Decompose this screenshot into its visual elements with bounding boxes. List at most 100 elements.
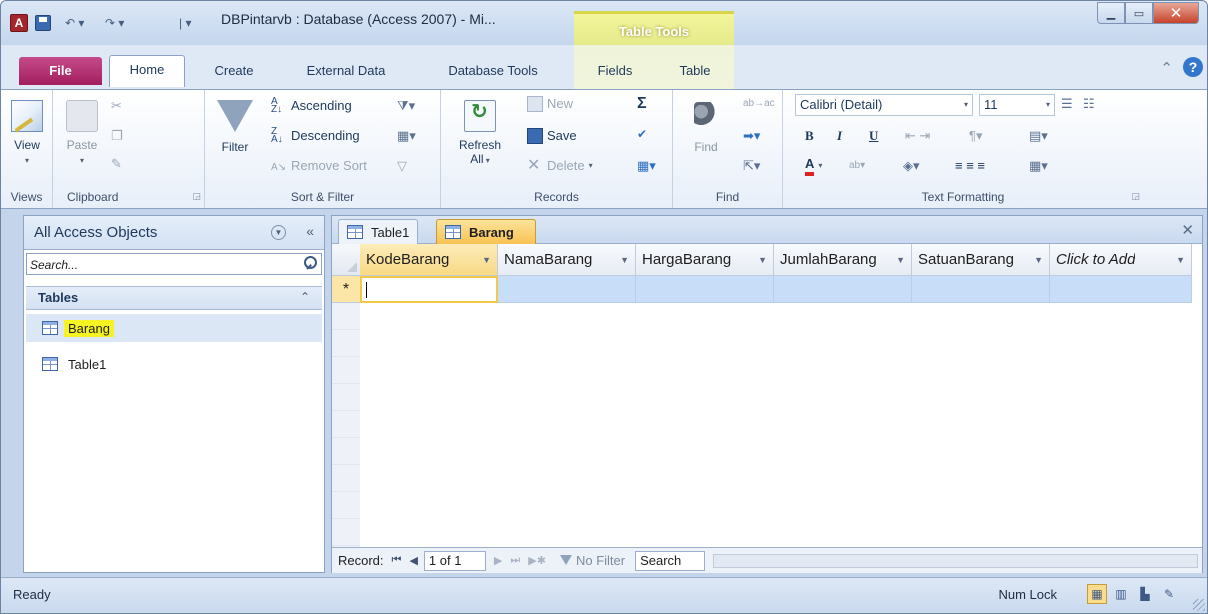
next-record-icon[interactable]: ▶ — [494, 554, 502, 567]
find-button[interactable]: Find — [683, 100, 729, 154]
copy-icon[interactable]: ❐ — [111, 126, 123, 146]
column-header-hargabarang[interactable]: HargaBarang ▼ — [636, 244, 774, 276]
hargabarang-cell[interactable] — [636, 276, 774, 303]
font-name-select[interactable]: Calibri (Detail) ▾ — [795, 94, 973, 116]
chevron-up-icon[interactable]: ⌃ — [300, 290, 310, 304]
redo-icon[interactable]: ↷ ▾ — [105, 14, 124, 32]
search-input[interactable] — [30, 257, 290, 273]
tab-create[interactable]: Create — [201, 57, 267, 85]
refresh-all-button[interactable]: Refresh All ▾ — [455, 100, 505, 168]
chevron-down-icon[interactable]: ▼ — [1034, 255, 1043, 265]
fill-color-icon[interactable]: ◈▾ — [903, 156, 920, 176]
horizontal-scrollbar[interactable] — [713, 553, 1198, 568]
chevron-down-icon[interactable]: ▼ — [1176, 255, 1185, 265]
access-logo-icon[interactable]: A — [10, 14, 28, 32]
nav-item-barang[interactable]: Barang — [26, 314, 322, 342]
minimize-icon[interactable]: ▁ — [1097, 2, 1125, 24]
tab-file[interactable]: File — [19, 57, 102, 85]
record-position-input[interactable]: 1 of 1 — [423, 550, 486, 571]
tab-fields[interactable]: Fields — [583, 57, 647, 85]
tab-database-tools[interactable]: Database Tools — [429, 57, 557, 85]
collapse-pane-icon[interactable]: « — [306, 223, 314, 239]
chevron-down-icon[interactable]: ▼ — [271, 225, 286, 240]
chevron-down-icon[interactable]: ▼ — [482, 255, 491, 265]
descending-button[interactable]: Z A↓ Descending — [271, 126, 360, 146]
remove-sort-button[interactable]: A↘ Remove Sort — [271, 156, 367, 176]
tab-home[interactable]: Home — [109, 55, 185, 87]
new-record-marker[interactable]: * — [332, 276, 360, 303]
nav-pane-header[interactable]: All Access Objects ▼ « — [24, 216, 324, 250]
column-header-namabarang[interactable]: NamaBarang ▼ — [498, 244, 636, 276]
bullets-icon[interactable]: ☰ — [1061, 94, 1073, 114]
delete-record-button[interactable]: ✕ Delete ▾ — [527, 156, 593, 176]
resize-grip-icon[interactable] — [1193, 599, 1205, 611]
font-color-button[interactable]: A ▾ — [805, 156, 822, 176]
highlight-icon[interactable]: ab▾ — [849, 156, 865, 176]
design-view-icon[interactable]: ✎ — [1159, 584, 1179, 604]
save-icon[interactable] — [35, 15, 51, 31]
pivottable-view-icon[interactable]: ▥ — [1111, 584, 1131, 604]
column-header-satuanbarang[interactable]: SatuanBarang ▼ — [912, 244, 1050, 276]
column-header-click-to-add[interactable]: Click to Add ▼ — [1050, 244, 1192, 276]
align-icons[interactable]: ≡ ≡ ≡ — [955, 156, 985, 176]
alt-row-color-icon[interactable]: ▦▾ — [1029, 156, 1048, 176]
maximize-icon[interactable]: ▭ — [1125, 2, 1153, 24]
first-record-icon[interactable]: ⏮ — [392, 554, 402, 567]
spelling-icon[interactable]: ✔ — [637, 124, 647, 144]
new-record-button[interactable]: New — [527, 94, 573, 114]
record-search-input[interactable]: Search — [635, 550, 706, 571]
undo-icon[interactable]: ↶ ▾ — [65, 14, 84, 32]
save-record-button[interactable]: Save — [527, 126, 577, 146]
paste-button[interactable]: Paste ▾ — [61, 100, 103, 168]
more-records-icon[interactable]: ▦▾ — [637, 156, 656, 176]
pivotchart-view-icon[interactable]: ▙ — [1135, 584, 1155, 604]
close-icon[interactable]: ✕ — [1181, 221, 1194, 239]
underline-button[interactable]: U — [869, 126, 878, 146]
font-size-select[interactable]: 11 ▾ — [979, 94, 1055, 116]
last-record-icon[interactable]: ⏭ — [510, 554, 520, 567]
text-formatting-launcher-icon[interactable]: ◲ — [1131, 191, 1140, 202]
close-icon[interactable]: ✕ — [1153, 2, 1199, 24]
select-icon[interactable]: ⇱▾ — [743, 156, 760, 176]
previous-record-icon[interactable]: ◀ — [409, 554, 417, 567]
totals-icon[interactable]: Σ — [637, 94, 647, 114]
filter-button[interactable]: Filter — [215, 100, 255, 154]
nav-group-tables[interactable]: Tables ⌃ — [26, 286, 322, 310]
doc-tab-barang[interactable]: Barang — [436, 219, 536, 244]
chevron-down-icon[interactable]: ▼ — [620, 255, 629, 265]
selection-filter-icon[interactable]: ⧩▾ — [397, 96, 415, 116]
format-painter-icon[interactable]: ✎ — [111, 154, 122, 174]
filter-status[interactable]: No Filter — [559, 553, 625, 568]
goto-icon[interactable]: ➡▾ — [743, 126, 760, 146]
select-all-corner[interactable] — [332, 244, 360, 276]
namabarang-cell[interactable] — [498, 276, 636, 303]
satuanbarang-cell[interactable] — [912, 276, 1050, 303]
search-icon[interactable] — [304, 256, 317, 269]
cut-icon[interactable]: ✂ — [111, 96, 122, 116]
column-header-jumlahbarang[interactable]: JumlahBarang ▼ — [774, 244, 912, 276]
column-header-kodebarang[interactable]: KodeBarang ▼ — [360, 244, 498, 276]
jumlahbarang-cell[interactable] — [774, 276, 912, 303]
kodebarang-cell[interactable] — [360, 276, 498, 303]
replace-icon[interactable]: ab→ac — [743, 94, 775, 114]
click-to-add-cell[interactable] — [1050, 276, 1192, 303]
advanced-filter-icon[interactable]: ▦▾ — [397, 126, 416, 146]
italic-button[interactable]: I — [837, 126, 842, 146]
minimize-ribbon-icon[interactable]: ⌃ — [1160, 59, 1173, 77]
view-button[interactable]: View ▾ — [7, 100, 47, 168]
gridlines-icon[interactable]: ▤▾ — [1029, 126, 1048, 146]
tab-external-data[interactable]: External Data — [291, 57, 401, 85]
customize-qat-icon[interactable]: | ▾ — [179, 14, 191, 32]
chevron-down-icon[interactable]: ▼ — [758, 255, 767, 265]
new-blank-record-icon[interactable]: ▶✱ — [528, 554, 546, 567]
clipboard-launcher-icon[interactable]: ◲ — [192, 191, 201, 202]
numbering-icon[interactable]: ☷ — [1083, 94, 1095, 114]
chevron-down-icon[interactable]: ▼ — [896, 255, 905, 265]
bold-button[interactable]: B — [805, 126, 814, 146]
nav-item-table1[interactable]: Table1 — [26, 350, 322, 378]
toggle-filter-icon[interactable]: ▽ — [397, 156, 407, 176]
doc-tab-table1[interactable]: Table1 — [338, 219, 419, 244]
indent-icons[interactable]: ⇤ ⇥ — [905, 126, 930, 146]
datasheet-view-icon[interactable]: ▦ — [1087, 584, 1107, 604]
help-icon[interactable]: ? — [1183, 57, 1203, 77]
